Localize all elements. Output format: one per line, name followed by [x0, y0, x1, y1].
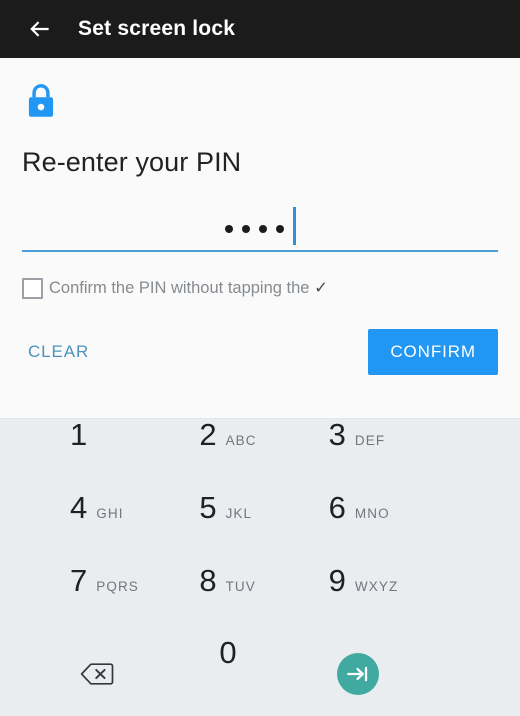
content-area: Re-enter your PIN Confirm the PIN withou…	[0, 58, 520, 418]
pin-input-inner	[224, 202, 296, 250]
set-screen-lock-screen: Set screen lock Re-enter your PIN Confir…	[0, 0, 520, 716]
pin-dot	[258, 224, 267, 233]
key-6[interactable]: 6 MNO	[325, 492, 454, 565]
back-button[interactable]	[20, 9, 60, 49]
key-digit: 0	[219, 635, 237, 671]
key-digit: 9	[328, 562, 346, 598]
enter-arrow-icon	[336, 652, 379, 695]
key-letters: TUV	[225, 578, 256, 594]
pin-input-field[interactable]	[22, 202, 498, 252]
key-digit: 6	[328, 489, 346, 525]
key-backspace[interactable]	[66, 637, 195, 710]
page-title: Set screen lock	[78, 17, 236, 40]
action-row: CLEAR CONFIRM	[22, 328, 498, 375]
key-digit: 1	[70, 417, 88, 452]
key-digit: 4	[70, 489, 88, 525]
key-digit: 3	[328, 417, 346, 452]
confirm-without-tapping-label: Confirm the PIN without tapping the ✓	[49, 278, 328, 298]
lock-closed-icon	[22, 80, 60, 124]
clear-button[interactable]: CLEAR	[22, 334, 97, 370]
key-enter[interactable]	[325, 637, 454, 710]
key-letters: ABC	[225, 433, 257, 448]
numeric-keypad: 1 2 ABC 3 DEF 4 GHI 5 JKL 6 MNO 7 PQRS 8	[0, 418, 520, 716]
key-5[interactable]: 5 JKL	[195, 492, 324, 565]
backspace-icon	[80, 661, 114, 687]
headline: Re-enter your PIN	[22, 147, 242, 177]
key-0[interactable]: 0	[195, 637, 324, 710]
key-letters: DEF	[354, 433, 386, 448]
app-bar: Set screen lock	[0, 0, 520, 58]
confirm-without-tapping-row[interactable]: Confirm the PIN without tapping the ✓	[22, 277, 498, 299]
confirm-without-tapping-checkbox[interactable]	[22, 277, 43, 299]
key-digit: 5	[199, 489, 217, 525]
pin-dot	[224, 224, 233, 233]
key-letters: JKL	[225, 505, 253, 521]
pin-dots	[224, 202, 284, 244]
confirm-button[interactable]: CONFIRM	[368, 328, 498, 375]
key-digit: 8	[199, 562, 217, 598]
key-7[interactable]: 7 PQRS	[66, 565, 195, 638]
key-4[interactable]: 4 GHI	[66, 492, 195, 565]
pin-dot	[241, 224, 250, 233]
key-1[interactable]: 1	[66, 419, 195, 492]
key-letters: GHI	[96, 505, 124, 521]
key-letters: PQRS	[96, 578, 139, 594]
key-letters: MNO	[354, 505, 390, 521]
key-2[interactable]: 2 ABC	[195, 419, 324, 492]
key-letters: WXYZ	[354, 578, 399, 594]
pin-dot	[275, 224, 284, 233]
text-cursor	[292, 206, 296, 245]
key-digit: 7	[70, 562, 88, 598]
checkbox-label-text: Confirm the PIN without tapping the	[49, 279, 315, 298]
key-digit: 2	[199, 417, 217, 452]
key-3[interactable]: 3 DEF	[325, 419, 454, 492]
key-8[interactable]: 8 TUV	[195, 565, 324, 638]
checkmark-glyph: ✓	[314, 279, 328, 298]
arrow-left-icon	[27, 16, 53, 42]
key-9[interactable]: 9 WXYZ	[325, 565, 454, 638]
